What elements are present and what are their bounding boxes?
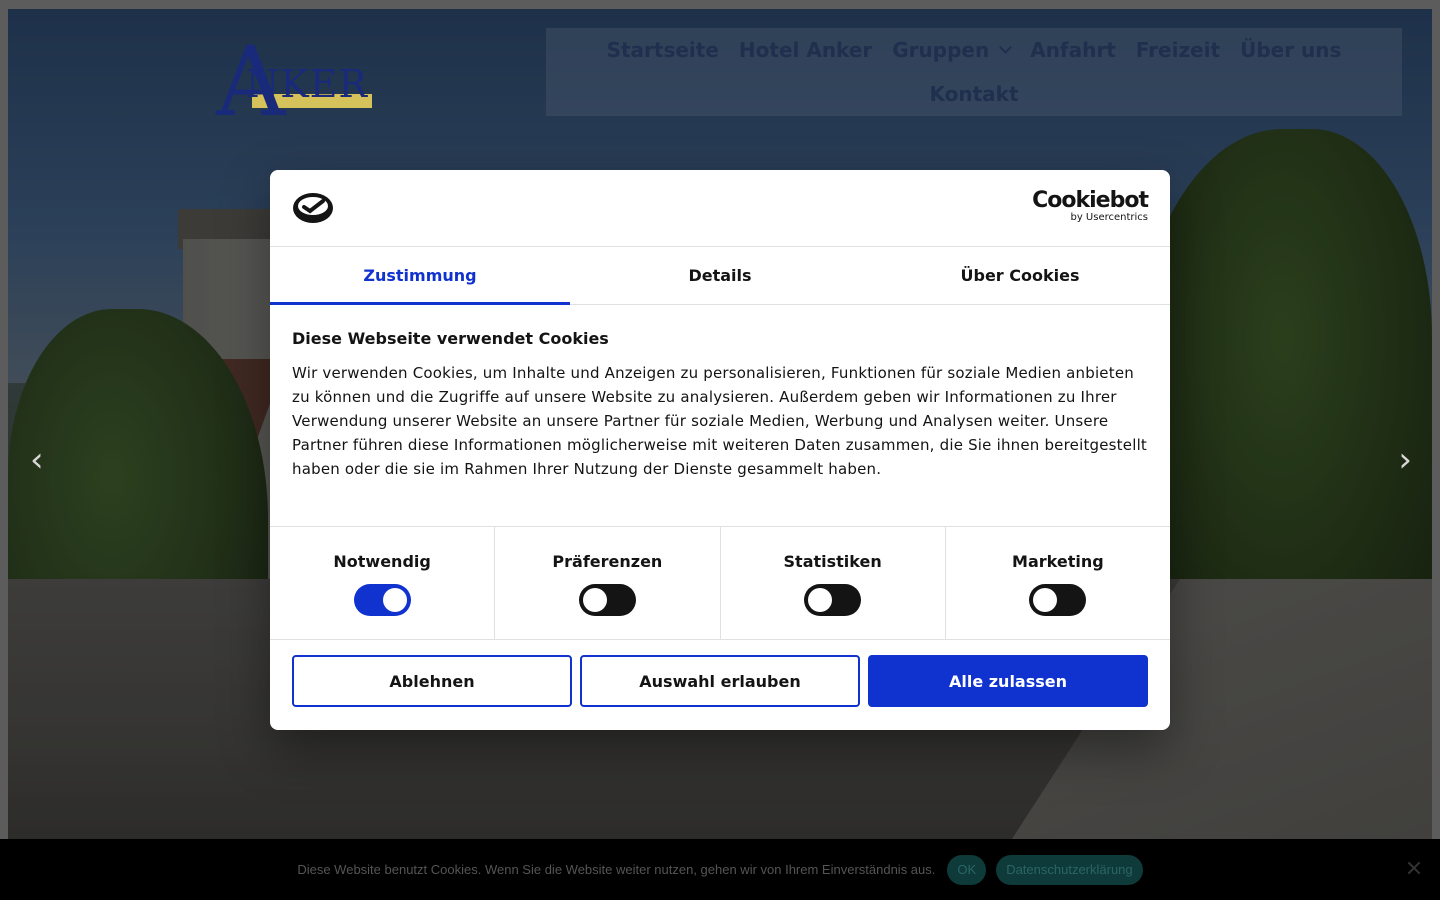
toggle-marketing[interactable] xyxy=(1029,584,1087,616)
privacy-policy-button[interactable]: Datenschutzerklärung xyxy=(996,854,1143,885)
tab-ueber-cookies[interactable]: Über Cookies xyxy=(870,247,1170,304)
toggle-notwendig[interactable] xyxy=(353,584,411,616)
nav-item-freizeit[interactable]: Freizeit xyxy=(1136,38,1220,62)
cookie-notice-bar: Diese Website benutzt Cookies. Wenn Sie … xyxy=(0,839,1440,900)
dialog-heading: Diese Webseite verwendet Cookies xyxy=(292,329,609,348)
tab-zustimmung[interactable]: Zustimmung xyxy=(270,247,570,305)
dialog-header: Cookiebot by Usercentrics xyxy=(270,170,1170,247)
site-logo[interactable]: A NKER xyxy=(212,30,382,130)
nav-item-label: Gruppen xyxy=(892,38,990,62)
dialog-content: Diese Webseite verwendet Cookies Wir ver… xyxy=(270,305,1170,527)
consent-toggles: Notwendig Präferenzen Statistiken Market… xyxy=(270,527,1170,640)
toggle-knob xyxy=(582,588,607,612)
toggle-label: Statistiken xyxy=(783,552,882,571)
chevron-right-icon[interactable]: › xyxy=(1398,440,1412,480)
tab-details[interactable]: Details xyxy=(570,247,870,304)
nav-item-kontakt[interactable]: Kontakt xyxy=(929,82,1018,106)
toggle-knob xyxy=(1033,588,1058,612)
logo-text: NKER xyxy=(246,62,368,106)
nav-item-startseite[interactable]: Startseite xyxy=(607,38,719,62)
toggle-label: Präferenzen xyxy=(552,552,663,571)
dialog-buttons: Ablehnen Auswahl erlauben Alle zulassen xyxy=(270,640,1170,722)
reject-button[interactable]: Ablehnen xyxy=(292,655,572,707)
dialog-body-text: Wir verwenden Cookies, um Inhalte und An… xyxy=(292,364,1148,478)
brand-name: Cookiebot xyxy=(1032,188,1149,213)
nav-item-hotel-anker[interactable]: Hotel Anker xyxy=(739,38,872,62)
toggle-statistiken[interactable] xyxy=(804,584,862,616)
cookie-consent-dialog: Cookiebot by Usercentrics Zustimmung Det… xyxy=(270,170,1170,730)
toggle-knob xyxy=(382,588,407,612)
ok-button[interactable]: OK xyxy=(947,854,987,885)
toggle-label: Marketing xyxy=(1012,552,1104,571)
chevron-down-icon xyxy=(999,40,1013,54)
nav-row: Startseite Hotel Anker Gruppen Anfahrt F… xyxy=(546,38,1402,62)
close-icon[interactable] xyxy=(1406,860,1422,876)
nav-item-ueber-uns[interactable]: Über uns xyxy=(1240,38,1341,62)
nav-item-gruppen[interactable]: Gruppen xyxy=(892,38,1013,62)
chevron-left-icon[interactable]: ‹ xyxy=(30,440,44,480)
toggle-praeferenzen[interactable] xyxy=(578,584,636,616)
toggle-cell-praeferenzen: Präferenzen xyxy=(495,527,721,639)
nav-item-anfahrt[interactable]: Anfahrt xyxy=(1030,38,1116,62)
cookiebot-brand[interactable]: Cookiebot by Usercentrics xyxy=(1032,188,1149,224)
allow-all-button[interactable]: Alle zulassen xyxy=(868,655,1148,707)
allow-selection-button[interactable]: Auswahl erlauben xyxy=(580,655,860,707)
toggle-knob xyxy=(808,588,833,612)
toggle-label: Notwendig xyxy=(333,552,431,571)
toggle-cell-statistiken: Statistiken xyxy=(721,527,946,639)
cookiebot-logo-icon xyxy=(293,193,333,223)
brand-subtitle: by Usercentrics xyxy=(1070,212,1148,223)
cookie-notice-text: Diese Website benutzt Cookies. Wenn Sie … xyxy=(297,862,936,877)
dialog-tabs: Zustimmung Details Über Cookies xyxy=(270,247,1170,305)
nav-row: Kontakt xyxy=(546,82,1402,106)
toggle-cell-marketing: Marketing xyxy=(946,527,1170,639)
toggle-cell-notwendig: Notwendig xyxy=(270,527,496,639)
main-navigation: Startseite Hotel Anker Gruppen Anfahrt F… xyxy=(546,28,1402,116)
